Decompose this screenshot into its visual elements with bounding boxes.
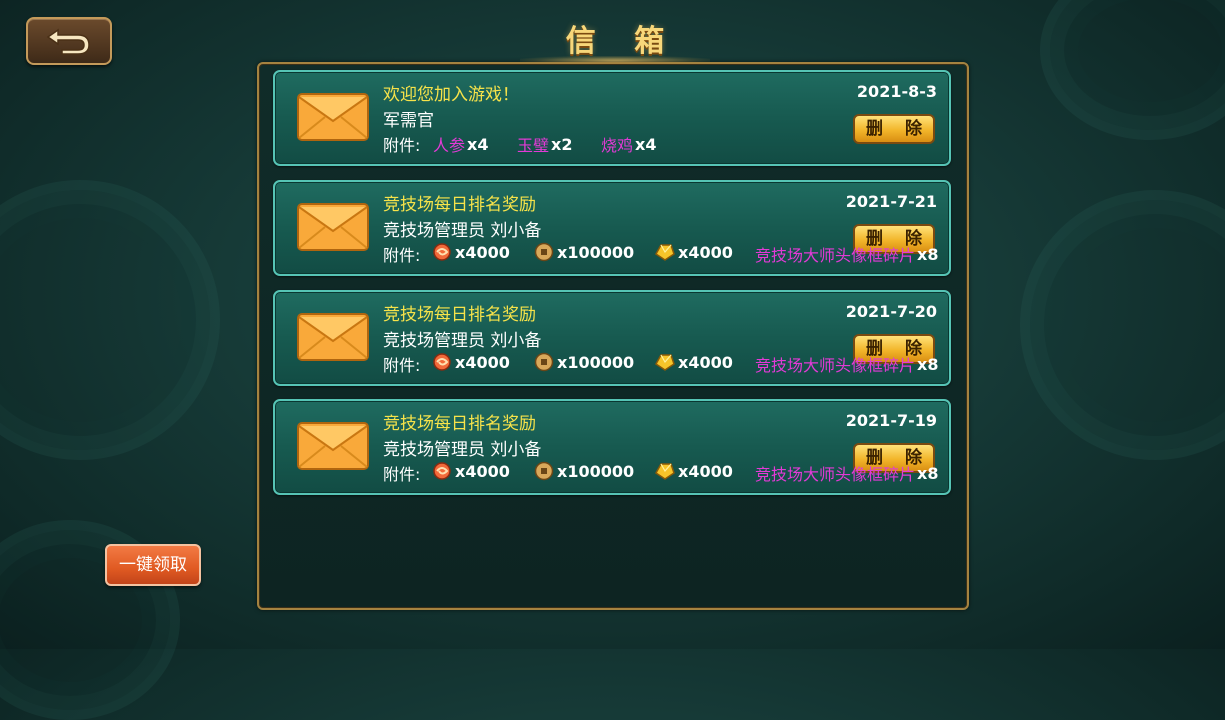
gold-ingot-icon xyxy=(655,354,675,371)
gold-ingot-icon xyxy=(655,463,675,480)
attachment-qty: x8 xyxy=(917,244,939,264)
mail-sender: 军需官 xyxy=(383,111,434,131)
attachment-item: x4000 xyxy=(431,352,510,372)
back-arrow-icon xyxy=(46,28,90,55)
candy-icon xyxy=(433,462,451,480)
envelope-icon xyxy=(297,422,369,470)
delete-button[interactable]: 删 除 xyxy=(853,114,935,144)
mail-sender: 竞技场管理员 刘小备 xyxy=(383,331,542,351)
attachment-item: 竞技场大师头像框碎片 x8 xyxy=(755,242,938,266)
back-button[interactable] xyxy=(26,17,112,65)
attachment-item: x100000 xyxy=(533,352,634,372)
candy-icon xyxy=(433,243,451,261)
attachment-qty: x4 xyxy=(467,134,489,154)
attachment-item: 竞技场大师头像框碎片 x8 xyxy=(755,461,938,485)
attachment-qty: x4000 xyxy=(455,461,510,481)
attachment-item: x4000 xyxy=(654,461,733,481)
attachment-item: 人参 x4 xyxy=(433,132,488,156)
mail-date: 2021-8-3 xyxy=(856,82,937,101)
envelope-icon xyxy=(297,93,369,141)
attachment-item: x4000 xyxy=(431,461,510,481)
mail-title: 竞技场每日排名奖励 xyxy=(383,305,536,325)
mail-title: 竞技场每日排名奖励 xyxy=(383,414,536,434)
attachment-item: 玉璧 x2 xyxy=(517,132,572,156)
attachment-qty: x100000 xyxy=(557,352,635,372)
mail-date: 2021-7-20 xyxy=(845,302,937,321)
mailbox-title-area: 信 箱 xyxy=(520,18,710,66)
mail-attachments: 附件: x4000 x100000 x4000 竞技场大师头像框碎片 x8 xyxy=(383,461,949,485)
background-swirl xyxy=(1040,0,1225,140)
attachment-qty: x4000 xyxy=(455,352,510,372)
attachment-name: 玉璧 xyxy=(517,136,550,155)
attachment-label: 附件: xyxy=(383,356,421,375)
mail-attachments: 附件: x4000 x100000 x4000 竞技场大师头像框碎片 x8 xyxy=(383,242,949,266)
coin-icon xyxy=(534,461,554,481)
attachment-item: x100000 xyxy=(533,461,634,481)
attachment-name: 人参 xyxy=(433,136,466,155)
envelope-icon xyxy=(297,203,369,251)
attachment-qty: x4 xyxy=(635,134,657,154)
attachment-name: 竞技场大师头像框碎片 xyxy=(755,465,916,484)
attachment-qty: x4000 xyxy=(678,461,733,481)
attachment-label: 附件: xyxy=(383,246,421,265)
attachment-item: x4000 xyxy=(654,352,733,372)
mail-date: 2021-7-19 xyxy=(845,411,937,430)
coin-icon xyxy=(534,352,554,372)
mail-item[interactable]: 欢迎您加入游戏！ 军需官 附件: 人参 x4 玉璧 x2 烧鸡 x4 2021-… xyxy=(273,70,951,166)
mail-item[interactable]: 竞技场每日排名奖励 竞技场管理员 刘小备 2021-7-21 删 除 附件: x… xyxy=(273,180,951,276)
mail-sender: 竞技场管理员 刘小备 xyxy=(383,221,542,241)
attachment-name: 竞技场大师头像框碎片 xyxy=(755,356,916,375)
attachment-qty: x4000 xyxy=(678,352,733,372)
attachment-name: 烧鸡 xyxy=(601,136,634,155)
attachment-qty: x2 xyxy=(551,134,573,154)
mail-item[interactable]: 竞技场每日排名奖励 竞技场管理员 刘小备 2021-7-20 删 除 附件: x… xyxy=(273,290,951,386)
background-swirl xyxy=(0,180,220,460)
envelope-icon xyxy=(297,313,369,361)
claim-all-button[interactable]: 一键领取 xyxy=(105,544,201,586)
attachment-qty: x8 xyxy=(917,463,939,483)
page-title: 信 箱 xyxy=(565,24,679,59)
attachment-qty: x100000 xyxy=(557,461,635,481)
mail-title: 竞技场每日排名奖励 xyxy=(383,195,536,215)
attachment-qty: x4000 xyxy=(678,242,733,262)
attachment-label: 附件: xyxy=(383,465,421,484)
gold-ingot-icon xyxy=(655,244,675,261)
attachment-item: x4000 xyxy=(654,242,733,262)
mail-title: 欢迎您加入游戏！ xyxy=(383,85,519,105)
attachment-qty: x4000 xyxy=(455,242,510,262)
candy-icon xyxy=(433,353,451,371)
background-swirl xyxy=(1020,190,1225,460)
mail-sender: 竞技场管理员 刘小备 xyxy=(383,440,542,460)
attachment-item: 竞技场大师头像框碎片 x8 xyxy=(755,352,938,376)
attachment-name: 竞技场大师头像框碎片 xyxy=(755,246,916,265)
attachment-qty: x8 xyxy=(917,354,939,374)
attachment-item: x4000 xyxy=(431,242,510,262)
mail-date: 2021-7-21 xyxy=(845,192,937,211)
mail-attachments: 附件: x4000 x100000 x4000 竞技场大师头像框碎片 x8 xyxy=(383,352,949,376)
mail-item[interactable]: 竞技场每日排名奖励 竞技场管理员 刘小备 2021-7-19 删 除 附件: x… xyxy=(273,399,951,495)
attachment-label: 附件: xyxy=(383,136,421,155)
attachment-qty: x100000 xyxy=(557,242,635,262)
attachment-item: 烧鸡 x4 xyxy=(601,132,656,156)
coin-icon xyxy=(534,242,554,262)
attachment-item: x100000 xyxy=(533,242,634,262)
